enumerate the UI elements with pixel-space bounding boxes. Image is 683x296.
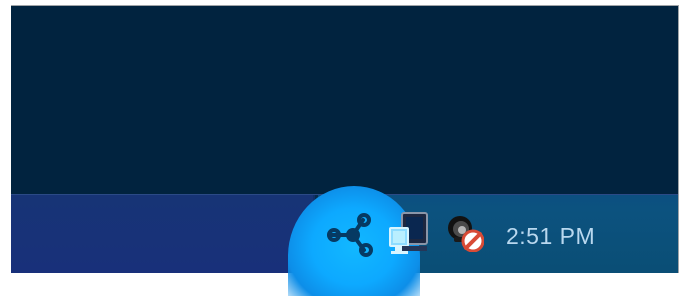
taskbar-clock[interactable]: 2:51 PM (506, 221, 632, 251)
screenshot-frame: 2:51 PM (0, 0, 683, 296)
desktop-background (11, 6, 678, 194)
computer-network-icon[interactable] (388, 210, 430, 256)
share-network-icon[interactable] (325, 211, 375, 259)
blocked-webcam-icon[interactable] (446, 214, 484, 252)
taskbar-buttons-area (11, 195, 313, 273)
